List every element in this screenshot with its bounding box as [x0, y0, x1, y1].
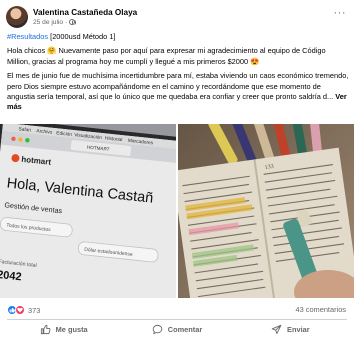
hashtag-link[interactable]: #Resultados: [7, 32, 48, 41]
post-tagline: #Resultados [2000usd Método 1]: [7, 32, 349, 42]
notebook-photo-svg: 133: [178, 124, 354, 298]
post-header: Valentina Castañeda Olaya 25 de julio ·: [6, 6, 137, 28]
like-label: Me gusta: [55, 325, 88, 334]
date-separator: ·: [65, 18, 68, 26]
photo-notebook-highlighter[interactable]: 133: [178, 124, 354, 298]
send-label: Enviar: [287, 325, 310, 334]
post-actions: Me gusta Comentar Enviar: [7, 321, 347, 338]
post-paragraph-2: El mes de junio fue de muchísima incerti…: [7, 71, 349, 113]
facebook-post: Valentina Castañeda Olaya 25 de julio · …: [0, 0, 354, 341]
comment-label: Comentar: [167, 325, 203, 334]
thumbs-up-icon: [40, 324, 51, 335]
post-photos: Safari Archivo Edición Visualización His…: [0, 124, 354, 298]
comment-button[interactable]: Comentar: [120, 321, 233, 338]
like-button[interactable]: Me gusta: [7, 321, 120, 338]
post-text: #Resultados [2000usd Método 1] Hola chic…: [7, 32, 349, 117]
love-reaction-icon: [15, 305, 25, 315]
laptop-photo-svg: Safari Archivo Edición Visualización His…: [0, 124, 176, 298]
post-subline: 25 de julio ·: [33, 18, 137, 27]
author-name[interactable]: Valentina Castañeda Olaya: [33, 8, 137, 18]
actions-divider: [7, 319, 347, 320]
reactions-summary[interactable]: 373: [7, 304, 40, 316]
post-meta: Valentina Castañeda Olaya 25 de julio ·: [33, 8, 137, 27]
tag-rest: [2000usd Método 1]: [48, 32, 116, 41]
comments-count[interactable]: 43 comentarios: [295, 305, 346, 314]
more-options-icon[interactable]: ···: [334, 8, 347, 19]
comment-bubble-icon: [152, 324, 163, 335]
post-paragraph-1: Hola chicos 🤗 Nuevamente paso por aquí p…: [7, 46, 326, 66]
send-button[interactable]: Enviar: [234, 321, 347, 338]
globe-icon: [69, 19, 76, 25]
reaction-count[interactable]: 373: [28, 306, 40, 315]
photo-laptop-dashboard[interactable]: Safari Archivo Edición Visualización His…: [0, 124, 176, 298]
send-icon: [271, 324, 282, 334]
paragraph-2-text: El mes de junio fue de muchísima incerti…: [7, 71, 349, 102]
post-date[interactable]: 25 de julio: [33, 18, 63, 27]
author-avatar[interactable]: [6, 6, 28, 28]
